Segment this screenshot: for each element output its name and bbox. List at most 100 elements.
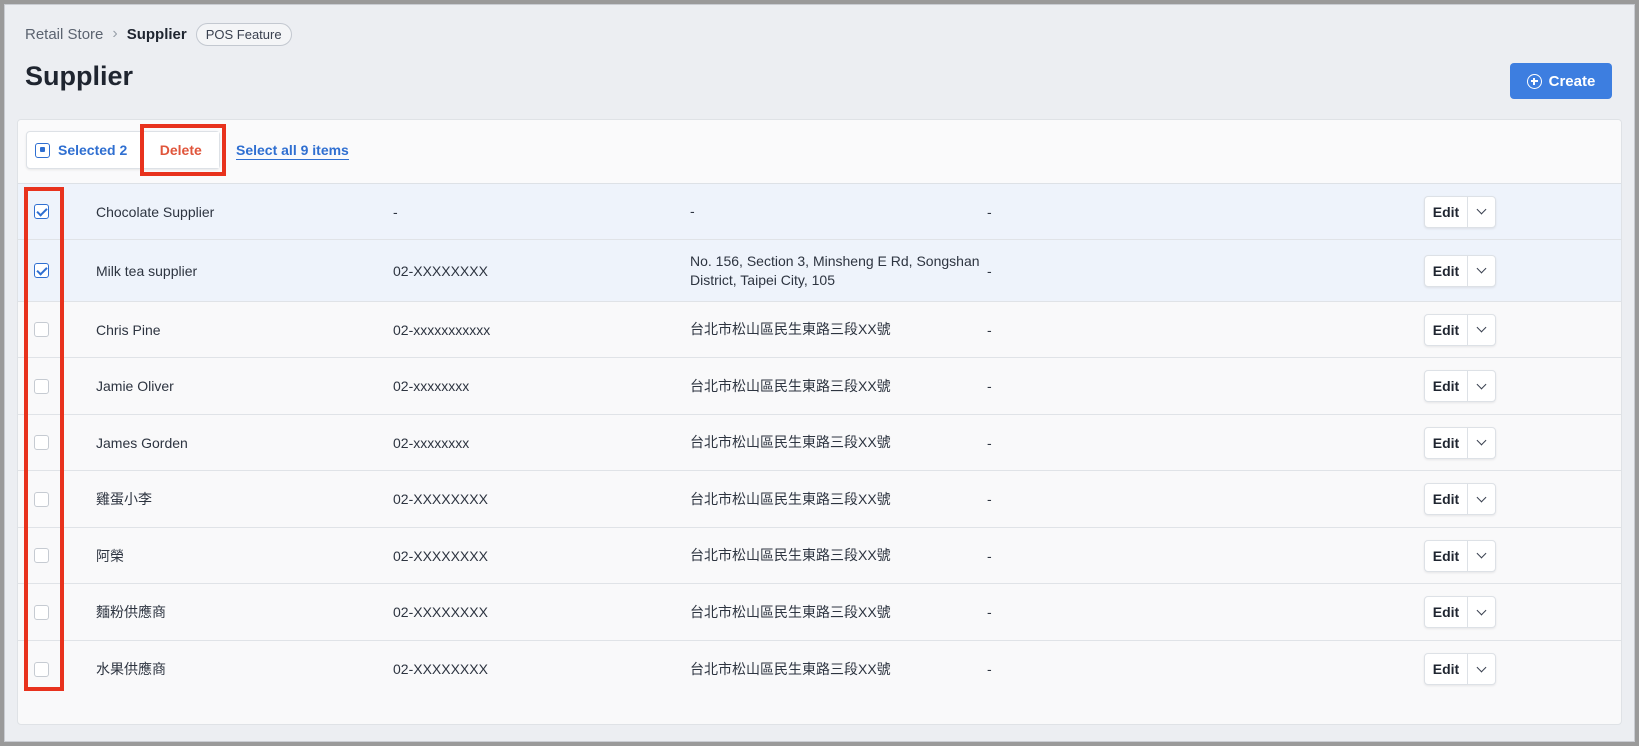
edit-button[interactable]: Edit bbox=[1425, 315, 1467, 345]
breadcrumb: Retail Store › Supplier POS Feature bbox=[25, 21, 292, 47]
chevron-down-icon bbox=[1476, 435, 1487, 446]
row-actions: Edit bbox=[1424, 195, 1496, 228]
supplier-address: 台北市松山區民生東路三段XX號 bbox=[690, 547, 891, 563]
row-actions: Edit bbox=[1424, 370, 1496, 402]
supplier-address: - bbox=[690, 203, 695, 219]
more-actions-button[interactable] bbox=[1467, 314, 1495, 345]
chevron-down-icon bbox=[1476, 605, 1487, 615]
table-row[interactable]: Milk tea supplier 02-XXXXXXXX No. 156, Sec… bbox=[18, 240, 1621, 302]
row-actions: Edit bbox=[1424, 254, 1496, 287]
supplier-address: 台北市松山區民生東路三段XX號 bbox=[690, 377, 891, 394]
breadcrumb-current: Supplier bbox=[126, 25, 187, 43]
supplier-name: 阿榮 bbox=[96, 547, 124, 564]
supplier-address: 台北市松山區民生東路三段XX號 bbox=[690, 603, 891, 620]
create-button-label: Create bbox=[1548, 72, 1596, 90]
row-actions: Edit bbox=[1424, 596, 1496, 628]
more-actions-button[interactable] bbox=[1467, 654, 1495, 684]
more-actions-button[interactable] bbox=[1467, 196, 1495, 227]
supplier-name: Chris Pine bbox=[96, 321, 161, 338]
table-row[interactable]: 麵粉供應商 02-XXXXXXXX 台北市松山區民生東路三段XX號 - Edit bbox=[18, 584, 1621, 641]
table-row[interactable]: Chocolate Supplier - - - Edit bbox=[18, 184, 1621, 240]
row-actions: Edit bbox=[1424, 653, 1496, 685]
supplier-name: Chocolate Supplier bbox=[96, 203, 215, 220]
bulk-action-toolbar: Selected 2 Delete Select all 9 items bbox=[18, 120, 1621, 184]
supplier-note: - bbox=[987, 661, 992, 677]
edit-button[interactable]: Edit bbox=[1425, 484, 1467, 514]
row-checkbox[interactable] bbox=[34, 204, 49, 219]
supplier-name: Milk tea supplier bbox=[96, 262, 198, 279]
selection-indicator[interactable]: Selected 2 bbox=[27, 132, 141, 168]
more-actions-button[interactable] bbox=[1467, 255, 1495, 286]
chevron-down-icon bbox=[1476, 662, 1487, 672]
row-actions: Edit bbox=[1424, 313, 1496, 346]
supplier-name: James Gorden bbox=[96, 434, 188, 451]
delete-button[interactable]: Delete bbox=[141, 132, 220, 168]
supplier-note: - bbox=[987, 321, 992, 338]
partial-select-checkbox-icon[interactable] bbox=[35, 142, 50, 158]
select-all-link[interactable]: Select all 9 items bbox=[236, 142, 349, 160]
edit-button[interactable]: Edit bbox=[1425, 428, 1467, 458]
supplier-address: No. 156, Section 3, Minsheng E Rd, Songs… bbox=[690, 252, 980, 288]
row-checkbox[interactable] bbox=[34, 378, 49, 394]
edit-button[interactable]: Edit bbox=[1425, 371, 1467, 401]
supplier-phone: 02-XXXXXXXX bbox=[393, 491, 488, 507]
more-actions-button[interactable] bbox=[1467, 484, 1495, 514]
row-checkbox[interactable] bbox=[34, 491, 49, 507]
more-actions-button[interactable] bbox=[1467, 427, 1495, 458]
edit-button[interactable]: Edit bbox=[1425, 256, 1467, 286]
supplier-name: 水果供應商 bbox=[96, 661, 166, 677]
feature-badge: POS Feature bbox=[195, 22, 292, 46]
edit-button[interactable]: Edit bbox=[1425, 197, 1467, 227]
supplier-address: 台北市松山區民生東路三段XX號 bbox=[690, 321, 891, 337]
chevron-down-icon bbox=[1476, 492, 1487, 502]
supplier-address: 台北市松山區民生東路三段XX號 bbox=[690, 660, 891, 677]
supplier-phone: 02-XXXXXXXX bbox=[393, 604, 488, 620]
supplier-phone: 02-xxxxxxxx bbox=[393, 434, 470, 451]
supplier-phone: 02-XXXXXXXX bbox=[393, 661, 488, 677]
table-row[interactable]: James Gorden 02-xxxxxxxx 台北市松山區民生東路三段XX號 - E… bbox=[18, 415, 1621, 471]
chevron-down-icon bbox=[1476, 263, 1487, 274]
supplier-name: Jamie Oliver bbox=[96, 378, 174, 394]
edit-button[interactable]: Edit bbox=[1425, 654, 1467, 684]
row-actions: Edit bbox=[1424, 483, 1496, 515]
table-row[interactable]: Chris Pine 02-xxxxxxxxxxx 台北市松山區民生東路三段XX號 -… bbox=[18, 302, 1621, 358]
more-actions-button[interactable] bbox=[1467, 371, 1495, 401]
plus-circle-icon bbox=[1526, 73, 1542, 89]
supplier-phone: - bbox=[393, 203, 398, 220]
supplier-note: - bbox=[987, 434, 992, 451]
supplier-name: 雞蛋小李 bbox=[96, 491, 152, 507]
supplier-phone: 02-XXXXXXXX bbox=[393, 262, 488, 279]
table-row[interactable]: Jamie Oliver 02-xxxxxxxx 台北市松山區民生東路三段XX號 - E… bbox=[18, 358, 1621, 415]
row-checkbox[interactable] bbox=[34, 661, 49, 677]
row-actions: Edit bbox=[1424, 426, 1496, 459]
table-row[interactable]: 雞蛋小李 02-XXXXXXXX 台北市松山區民生東路三段XX號 - Edit bbox=[18, 471, 1621, 528]
row-actions: Edit bbox=[1424, 539, 1496, 572]
more-actions-button[interactable] bbox=[1467, 540, 1495, 571]
chevron-down-icon bbox=[1476, 204, 1487, 215]
page-title: Supplier bbox=[25, 61, 134, 91]
supplier-address: 台北市松山區民生東路三段XX號 bbox=[690, 490, 891, 507]
create-button[interactable]: Create bbox=[1510, 63, 1612, 99]
supplier-note: - bbox=[987, 203, 992, 220]
row-checkbox[interactable] bbox=[34, 548, 49, 563]
chevron-down-icon bbox=[1476, 322, 1487, 333]
supplier-note: - bbox=[987, 491, 992, 507]
edit-button[interactable]: Edit bbox=[1425, 597, 1467, 627]
table-row[interactable]: 水果供應商 02-XXXXXXXX 台北市松山區民生東路三段XX號 - Edit bbox=[18, 641, 1621, 697]
table-row[interactable]: 阿榮 02-XXXXXXXX 台北市松山區民生東路三段XX號 - Edit bbox=[18, 528, 1621, 584]
supplier-rows: Chocolate Supplier - - - Edit Milk tea suppli… bbox=[18, 184, 1621, 697]
edit-button[interactable]: Edit bbox=[1425, 541, 1467, 571]
row-checkbox[interactable] bbox=[34, 604, 49, 620]
row-checkbox[interactable] bbox=[34, 435, 49, 450]
more-actions-button[interactable] bbox=[1467, 597, 1495, 627]
breadcrumb-root[interactable]: Retail Store bbox=[25, 26, 103, 43]
chevron-down-icon bbox=[1476, 379, 1487, 389]
supplier-note: - bbox=[987, 604, 992, 620]
supplier-name: 麵粉供應商 bbox=[96, 604, 166, 620]
chevron-right-icon: › bbox=[112, 25, 118, 42]
supplier-note: - bbox=[987, 547, 992, 564]
supplier-address: 台北市松山區民生東路三段XX號 bbox=[690, 434, 891, 450]
row-checkbox[interactable] bbox=[34, 322, 49, 337]
supplier-phone: 02-xxxxxxxxxxx bbox=[393, 321, 491, 338]
row-checkbox[interactable] bbox=[34, 263, 49, 278]
